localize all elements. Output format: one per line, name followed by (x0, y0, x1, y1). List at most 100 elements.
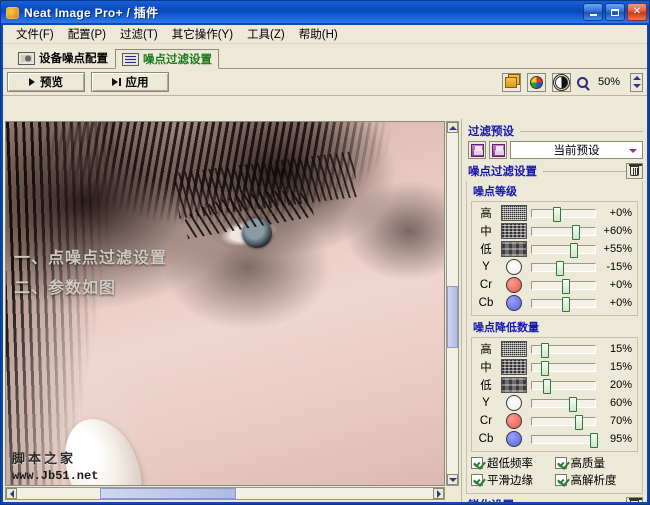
horizontal-scroll-thumb[interactable] (100, 488, 236, 499)
row-value: +60% (603, 225, 632, 237)
row-label: 低 (480, 244, 492, 256)
menu-help[interactable]: 帮助(H) (292, 24, 345, 44)
slider-knob[interactable] (569, 242, 578, 258)
menu-file[interactable]: 文件(F) (9, 24, 61, 44)
noise-level-y-slider[interactable] (531, 260, 596, 276)
maximize-button[interactable] (605, 3, 625, 21)
horizontal-scrollbar[interactable] (5, 487, 445, 500)
option-very-low-freq[interactable]: 超低频率 (471, 455, 555, 471)
apply-button[interactable]: 应用 (91, 72, 169, 92)
scroll-down-button[interactable] (447, 474, 458, 485)
scroll-up-button[interactable] (447, 122, 458, 133)
image-canvas[interactable]: 一、点噪点过滤设置 二、参数如图 形色主义——暗夜精灵 脚本之家 www.Jb5… (5, 121, 445, 486)
preset-dropdown[interactable]: 当前预设 (510, 141, 643, 159)
noise-filter-reset-button[interactable] (626, 163, 643, 179)
layers-icon-button[interactable] (501, 72, 521, 92)
slider-knob[interactable] (571, 224, 580, 240)
load-preset-button[interactable] (468, 141, 486, 159)
slider-knob[interactable] (568, 396, 577, 412)
option-high-resolution[interactable]: 高解析度 (554, 472, 639, 488)
slider-knob[interactable] (543, 378, 552, 394)
noise-amount-high-slider[interactable] (531, 342, 596, 358)
chevron-down-icon (448, 477, 457, 482)
slider-row: 高 +0% (475, 204, 634, 222)
noise-amounts-title: 噪点降低数量 (473, 322, 539, 334)
noise-level-low-slider[interactable] (531, 242, 596, 258)
menu-tools[interactable]: 工具(Z) (240, 24, 292, 44)
sharpening-reset-button[interactable] (626, 497, 643, 502)
divider (543, 170, 626, 172)
swatch-spacer (501, 277, 527, 293)
checkbox-icon[interactable] (554, 457, 567, 469)
save-preset-button[interactable] (489, 141, 507, 159)
zoom-stepper[interactable] (630, 72, 643, 92)
options-row-2: 平滑边缘 高解析度 (471, 472, 638, 488)
noise-low-swatch (501, 377, 527, 393)
noise-amounts-group: 高 15% 中 15% 低 20% Y 60% Cr 70% Cb 95% (471, 337, 638, 452)
row-value: +0% (609, 279, 632, 291)
brightness-icon-button[interactable] (551, 72, 571, 92)
menu-profile[interactable]: 配置(P) (61, 24, 113, 44)
noise-high-swatch (501, 205, 527, 221)
slider-knob[interactable] (540, 342, 549, 358)
noise-amount-mid-slider[interactable] (531, 360, 596, 376)
scroll-right-button[interactable] (433, 488, 444, 499)
row-value: -15% (606, 261, 632, 273)
slider-knob[interactable] (540, 360, 549, 376)
row-label: 中 (480, 226, 492, 238)
noise-amount-y-slider[interactable] (531, 396, 596, 412)
sharpening-title-label: 锐化设置 (468, 497, 514, 502)
option-high-quality[interactable]: 高质量 (554, 455, 639, 471)
vertical-scrollbar[interactable] (446, 121, 459, 486)
preview-button[interactable]: 预览 (7, 72, 85, 92)
noise-level-mid-slider[interactable] (531, 224, 596, 240)
menu-other-operations[interactable]: 其它操作(Y) (165, 24, 240, 44)
color-wheel-icon (529, 75, 543, 89)
slider-knob[interactable] (555, 260, 564, 276)
menu-filter[interactable]: 过滤(T) (113, 24, 165, 44)
tab-device-noise-profile[interactable]: 设备噪点配置 (11, 48, 115, 68)
vertical-scroll-thumb[interactable] (447, 286, 458, 348)
color-wheel-icon-button[interactable] (526, 72, 546, 92)
slider-row: 低 +55% (475, 240, 634, 258)
option-label: 高解析度 (570, 475, 617, 487)
tab-noise-filter-settings-label: 噪点过滤设置 (143, 54, 212, 66)
cr-channel-dot (506, 413, 522, 429)
slider-knob[interactable] (552, 206, 561, 222)
noise-level-high-slider[interactable] (531, 206, 596, 222)
slider-knob[interactable] (589, 432, 598, 448)
camera-icon (18, 51, 35, 65)
brightness-icon (554, 75, 568, 89)
checkbox-icon[interactable] (471, 457, 483, 469)
toolbar: 预览 应用 50% (3, 69, 647, 96)
noise-amount-cr-slider[interactable] (531, 414, 596, 430)
option-smooth-edges[interactable]: 平滑边缘 (471, 472, 555, 488)
row-label: Cb (478, 297, 494, 309)
sliders-icon (122, 52, 139, 66)
slider-row: Y 60% (475, 394, 634, 412)
noise-mid-swatch (501, 223, 527, 239)
site-watermark: 脚本之家 (12, 451, 77, 466)
noise-level-cr-slider[interactable] (531, 278, 596, 294)
minimize-button[interactable] (583, 3, 603, 21)
noise-amount-low-slider[interactable] (531, 378, 596, 394)
slider-row: 低 20% (475, 376, 634, 394)
trash-icon (629, 498, 642, 502)
row-value: 60% (609, 397, 632, 409)
slider-knob[interactable] (562, 296, 571, 312)
window-controls: ✕ (583, 3, 647, 21)
slider-knob[interactable] (574, 414, 583, 430)
slider-knob[interactable] (562, 278, 571, 294)
close-button[interactable]: ✕ (627, 3, 647, 21)
tab-noise-filter-settings[interactable]: 噪点过滤设置 (115, 49, 219, 69)
scroll-left-button[interactable] (6, 488, 17, 499)
chevron-up-icon (632, 75, 641, 80)
checkbox-icon[interactable] (471, 474, 483, 486)
option-label: 平滑边缘 (487, 475, 533, 487)
swatch-spacer (501, 295, 527, 311)
checkbox-icon[interactable] (554, 474, 567, 486)
noise-level-cb-slider[interactable] (531, 296, 596, 312)
row-value: 20% (609, 379, 632, 391)
menu-bar: 文件(F) 配置(P) 过滤(T) 其它操作(Y) 工具(Z) 帮助(H) (3, 25, 647, 44)
noise-amount-cb-slider[interactable] (531, 432, 598, 448)
